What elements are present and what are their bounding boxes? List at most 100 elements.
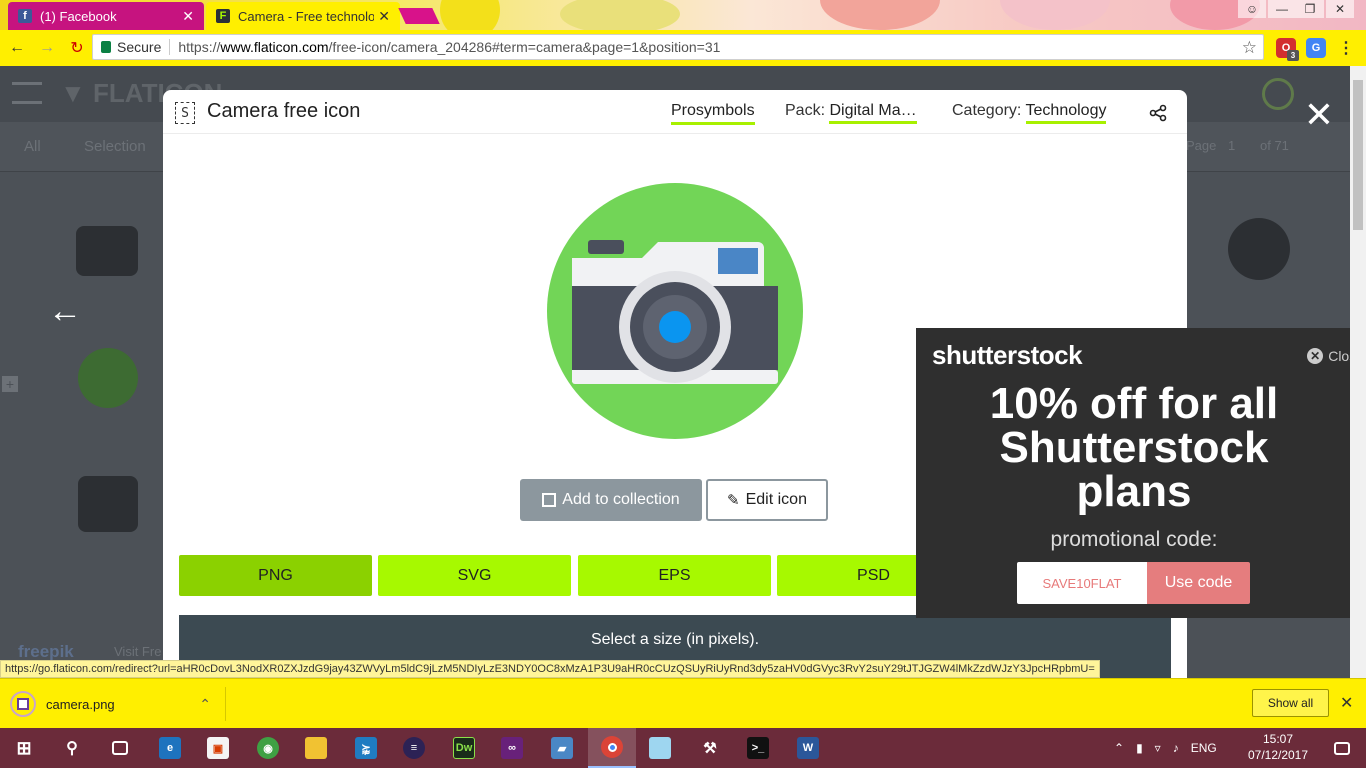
clock[interactable]: 15:07 07/12/2017 bbox=[1240, 731, 1316, 763]
pack-label: Pack: bbox=[785, 102, 826, 119]
user-avatar-icon[interactable] bbox=[1262, 78, 1294, 110]
window-close-icon[interactable]: ✕ bbox=[1326, 0, 1354, 18]
notes-app-icon[interactable] bbox=[636, 728, 684, 768]
chrome-icon[interactable] bbox=[588, 728, 636, 768]
movie-camera-icon[interactable] bbox=[78, 476, 138, 532]
filter-all[interactable]: All bbox=[24, 138, 41, 155]
notifications-icon[interactable] bbox=[1318, 728, 1366, 768]
ad-headline-line: plans bbox=[1076, 467, 1192, 516]
vscode-icon[interactable]: ⪺ bbox=[342, 728, 390, 768]
pack-link[interactable]: Digital Ma… bbox=[829, 102, 917, 124]
profile-icon[interactable]: ☺ bbox=[1238, 0, 1266, 18]
add-to-collection-button[interactable]: Add to collection bbox=[520, 479, 702, 521]
filter-selection[interactable]: Selection bbox=[84, 138, 146, 155]
chevron-up-icon[interactable]: ⌃ bbox=[199, 696, 211, 713]
close-tab-icon[interactable]: ✕ bbox=[378, 8, 390, 25]
modal-title: Camera free icon bbox=[207, 100, 361, 122]
close-circle-icon: ✕ bbox=[1307, 348, 1324, 364]
bookmark-star-icon[interactable]: ☆ bbox=[1242, 38, 1257, 58]
file-explorer-icon[interactable] bbox=[292, 728, 340, 768]
url-path: /free-icon/camera_204286#term=camera&pag… bbox=[328, 39, 721, 55]
network-icon[interactable]: ▿ bbox=[1155, 741, 1161, 755]
format-png-button[interactable]: PNG bbox=[179, 555, 372, 596]
pack-info: Pack: Digital Ma… bbox=[785, 102, 917, 124]
visual-studio-icon[interactable]: ∞ bbox=[488, 728, 536, 768]
scrollbar-thumb[interactable] bbox=[1353, 80, 1363, 230]
restore-icon[interactable]: ❐ bbox=[1296, 0, 1324, 18]
new-tab-button[interactable] bbox=[398, 8, 440, 24]
close-shelf-icon[interactable]: ✕ bbox=[1340, 693, 1353, 713]
back-icon[interactable]: ← bbox=[4, 35, 30, 61]
tab-label: Camera - Free technolog bbox=[238, 8, 375, 24]
show-all-downloads-button[interactable]: Show all bbox=[1252, 689, 1329, 717]
reload-icon[interactable]: ↻ bbox=[64, 35, 90, 61]
collection-icon bbox=[542, 493, 557, 507]
windows-start-icon[interactable]: ⊞ bbox=[0, 728, 48, 768]
use-code-button[interactable]: Use code bbox=[1147, 562, 1250, 604]
modal-header: S Camera free icon Prosymbols Pack: Digi… bbox=[163, 90, 1187, 134]
promo-code[interactable]: SAVE10FLAT bbox=[1017, 562, 1147, 604]
address-bar[interactable]: Secure https://www.flaticon.com/free-ico… bbox=[92, 34, 1264, 60]
secure-indicator[interactable]: Secure bbox=[101, 39, 161, 55]
video-camera-icon[interactable] bbox=[76, 226, 138, 276]
chevron-up-icon[interactable]: ⌃ bbox=[1114, 741, 1124, 755]
wallpaper-flower bbox=[820, 0, 940, 30]
task-view-icon[interactable] bbox=[96, 728, 144, 768]
dreamweaver-icon[interactable]: Dw bbox=[440, 728, 488, 768]
eclipse-icon[interactable]: ≡ bbox=[390, 728, 438, 768]
browser-toolbar: ← → ↻ Secure https://www.flaticon.com/fr… bbox=[0, 30, 1366, 66]
format-eps-button[interactable]: EPS bbox=[578, 555, 771, 596]
visit-freepik-link[interactable]: Visit Fre bbox=[114, 644, 161, 659]
forward-icon[interactable]: → bbox=[34, 35, 60, 61]
camera-icon-preview bbox=[547, 183, 803, 439]
page-number-input[interactable]: 1 bbox=[1228, 138, 1235, 153]
virtualbox-icon[interactable]: ▰ bbox=[538, 728, 586, 768]
terminal-icon[interactable]: >_ bbox=[734, 728, 782, 768]
search-icon[interactable]: ⚲ bbox=[48, 728, 96, 768]
divider bbox=[169, 39, 171, 55]
extension-badge: 3 bbox=[1287, 50, 1299, 61]
store-icon[interactable]: ▣ bbox=[194, 728, 242, 768]
edit-icon-button[interactable]: ✎ Edit icon bbox=[706, 479, 828, 521]
wallpaper-flower bbox=[1000, 0, 1110, 30]
battery-icon[interactable]: ▮ bbox=[1136, 741, 1143, 755]
page-total: of 71 bbox=[1260, 138, 1289, 153]
tab-flaticon[interactable]: F Camera - Free technolog ✕ bbox=[206, 2, 400, 30]
menu-kebab-icon[interactable]: ⋮ bbox=[1336, 38, 1356, 58]
windows-taskbar: ⊞ ⚲ e ▣ ◉ ⪺ ≡ Dw ∞ ▰ ⚒ >_ W ⌃ ▮ ▿ ♪ ENG … bbox=[0, 728, 1366, 768]
clock-time: 15:07 bbox=[1262, 732, 1294, 746]
tab-facebook[interactable]: f (1) Facebook ✕ bbox=[8, 2, 204, 30]
close-modal-icon[interactable]: ✕ bbox=[1303, 97, 1335, 133]
size-prompt: Select a size (in pixels). bbox=[590, 631, 760, 648]
word-icon[interactable]: W bbox=[784, 728, 832, 768]
format-svg-button[interactable]: SVG bbox=[378, 555, 571, 596]
minimize-icon[interactable]: — bbox=[1268, 0, 1296, 18]
url-text[interactable]: https://www.flaticon.com/free-icon/camer… bbox=[178, 39, 720, 55]
download-filename: camera.png bbox=[46, 696, 115, 712]
language-indicator[interactable]: ENG bbox=[1191, 741, 1217, 755]
freepik-logo[interactable]: freepik bbox=[18, 642, 74, 662]
maps-icon[interactable]: ◉ bbox=[244, 728, 292, 768]
edge-icon[interactable]: e bbox=[146, 728, 194, 768]
hamburger-icon[interactable] bbox=[12, 82, 42, 104]
author-link[interactable]: Prosymbols bbox=[671, 102, 755, 125]
clock-date: 07/12/2017 bbox=[1247, 748, 1309, 762]
shutterstock-ad: shutterstock ✕ Close 10% off for all Shu… bbox=[916, 328, 1366, 618]
volume-icon[interactable]: ♪ bbox=[1173, 741, 1179, 755]
shutterstock-logo: shutterstock bbox=[932, 340, 1083, 370]
add-icon[interactable]: + bbox=[2, 376, 18, 392]
category-link[interactable]: Technology bbox=[1025, 102, 1107, 124]
download-item[interactable]: camera.png ⌃ bbox=[10, 687, 226, 721]
previous-icon-arrow[interactable]: ← bbox=[48, 292, 82, 331]
aperture-icon[interactable] bbox=[1228, 218, 1290, 280]
close-tab-icon[interactable]: ✕ bbox=[182, 8, 194, 25]
url-prefix: https:// bbox=[178, 39, 221, 55]
add-to-collection-label: Add to collection bbox=[562, 491, 680, 508]
camera-icon[interactable] bbox=[78, 348, 138, 408]
download-shelf: camera.png ⌃ Show all ✕ bbox=[0, 678, 1366, 728]
wallpaper-flower bbox=[440, 0, 500, 30]
share-icon[interactable] bbox=[1149, 104, 1167, 122]
page-scrollbar[interactable] bbox=[1350, 66, 1366, 678]
translate-extension-icon[interactable]: G bbox=[1306, 38, 1326, 58]
tools-icon[interactable]: ⚒ bbox=[686, 728, 734, 768]
